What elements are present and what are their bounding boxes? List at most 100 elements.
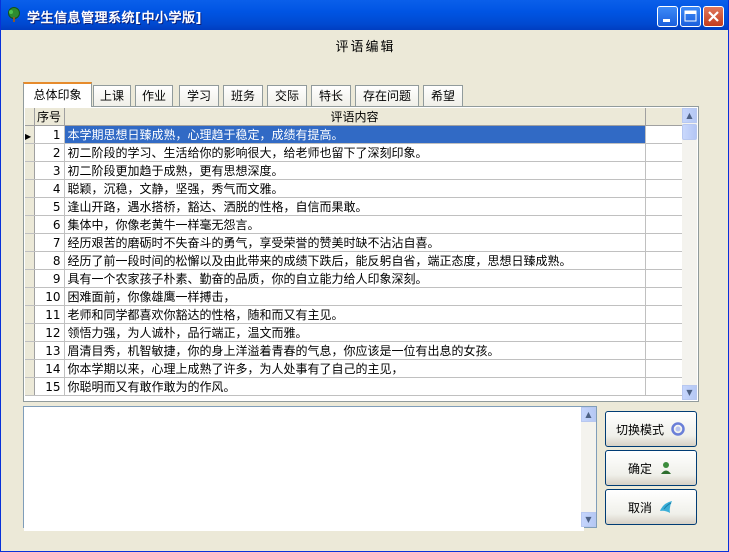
column-header-content[interactable]: 评语内容 <box>64 108 646 126</box>
tab-hopes[interactable]: 希望 <box>423 85 463 106</box>
blank-cell <box>645 341 683 360</box>
row-number-cell[interactable]: 8 <box>34 251 65 270</box>
table-row[interactable]: 9 具有一个农家孩子朴素、勤奋的品质，你的自立能力给人印象深刻。 <box>25 269 683 288</box>
row-number-cell[interactable]: 4 <box>34 179 65 198</box>
comment-cell[interactable]: 老师和同学都喜欢你豁达的性格，随和而又有主见。 <box>64 305 646 324</box>
tab-panel: 序号 评语内容 ▶ 1 本学期思想日臻成熟，心理趋于稳定，成绩有提高。 2 初二阶段的学… <box>23 106 699 402</box>
tab-problems[interactable]: 存在问题 <box>355 85 419 106</box>
row-number-cell[interactable]: 13 <box>34 341 65 360</box>
table-row[interactable]: 11 老师和同学都喜欢你豁达的性格，随和而又有主见。 <box>25 305 683 324</box>
table-row[interactable]: 4 聪颖，沉稳，文静，坚强，秀气而文雅。 <box>25 179 683 198</box>
grid-corner <box>25 108 35 126</box>
row-number-cell[interactable]: 15 <box>34 377 65 396</box>
comment-cell[interactable]: 你聪明而又有敢作敢为的作风。 <box>64 377 646 396</box>
table-row[interactable]: 10 困难面前，你像雄鹰一样搏击， <box>25 287 683 306</box>
comment-cell[interactable]: 你本学期以来，心理上成熟了许多，为人处事有了自己的主见， <box>64 359 646 378</box>
table-row[interactable]: 15 你聪明而又有敢作敢为的作风。 <box>25 377 683 396</box>
row-number-cell[interactable]: 12 <box>34 323 65 342</box>
chevron-up-icon: ▲ <box>686 111 693 120</box>
scroll-down-button[interactable]: ▼ <box>682 385 697 400</box>
row-indicator[interactable] <box>25 197 35 216</box>
tab-social[interactable]: 交际 <box>267 85 307 106</box>
row-indicator[interactable] <box>25 305 35 324</box>
grid-scrollbar[interactable]: ▲ ▼ <box>682 108 697 400</box>
comment-cell[interactable]: 领悟力强，为人诚朴，品行端正，温文而雅。 <box>64 323 646 342</box>
row-number-cell[interactable]: 1 <box>34 125 65 144</box>
blank-cell <box>645 287 683 306</box>
tree-icon <box>8 7 20 22</box>
comment-cell[interactable]: 本学期思想日臻成熟，心理趋于稳定，成绩有提高。 <box>64 125 646 144</box>
tab-homework[interactable]: 作业 <box>135 85 173 106</box>
comment-cell[interactable]: 眉清目秀，机智敏捷，你的身上洋溢着青春的气息，你应该是一位有出息的女孩。 <box>64 341 646 360</box>
row-number-cell[interactable]: 7 <box>34 233 65 252</box>
maximize-button[interactable] <box>680 6 701 27</box>
row-indicator[interactable] <box>25 287 35 306</box>
comments-grid[interactable]: 序号 评语内容 ▶ 1 本学期思想日臻成熟，心理趋于稳定，成绩有提高。 2 初二阶段的学… <box>25 108 683 400</box>
row-indicator[interactable] <box>25 377 35 396</box>
row-indicator[interactable] <box>25 179 35 198</box>
comment-cell[interactable]: 具有一个农家孩子朴素、勤奋的品质，你的自立能力给人印象深刻。 <box>64 269 646 288</box>
row-indicator[interactable] <box>25 251 35 270</box>
row-number-cell[interactable]: 14 <box>34 359 65 378</box>
comment-cell[interactable]: 经历了前一段时间的松懈以及由此带来的成绩下跌后，能反躬自省，端正态度，思想日臻成… <box>64 251 646 270</box>
close-button[interactable] <box>703 6 724 27</box>
row-indicator[interactable]: ▶ <box>25 125 35 144</box>
row-indicator[interactable] <box>25 359 35 378</box>
blank-cell <box>645 197 683 216</box>
table-row[interactable]: ▶ 1 本学期思想日臻成熟，心理趋于稳定，成绩有提高。 <box>25 125 683 144</box>
table-row[interactable]: 12 领悟力强，为人诚朴，品行端正，温文而雅。 <box>25 323 683 342</box>
row-number-cell[interactable]: 11 <box>34 305 65 324</box>
cancel-button[interactable]: 取消 <box>605 489 697 525</box>
cancel-label: 取消 <box>627 500 652 515</box>
table-row[interactable]: 7 经历艰苦的磨砺时不失奋斗的勇气，享受荣誉的赞美时缺不沾沾自喜。 <box>25 233 683 252</box>
row-number-cell[interactable]: 5 <box>34 197 65 216</box>
tab-study[interactable]: 学习 <box>179 85 219 106</box>
minimize-button[interactable] <box>657 6 678 27</box>
comment-memo: ▲ ▼ <box>23 406 597 531</box>
row-indicator[interactable] <box>25 215 35 234</box>
row-number-cell[interactable]: 6 <box>34 215 65 234</box>
table-row[interactable]: 3 初二阶段更加趋于成熟，更有思想深度。 <box>25 161 683 180</box>
comment-cell[interactable]: 集体中，你像老黄牛一样毫无怨言。 <box>64 215 646 234</box>
row-indicator[interactable] <box>25 233 35 252</box>
memo-scroll-up-button[interactable]: ▲ <box>581 407 596 422</box>
table-row[interactable]: 6 集体中，你像老黄牛一样毫无怨言。 <box>25 215 683 234</box>
row-number-cell[interactable]: 2 <box>34 143 65 162</box>
table-row[interactable]: 13 眉清目秀，机智敏捷，你的身上洋溢着青春的气息，你应该是一位有出息的女孩。 <box>25 341 683 360</box>
comment-cell[interactable]: 逢山开路，遇水搭桥，豁达、洒脱的性格，自信而果敢。 <box>64 197 646 216</box>
row-number-cell[interactable]: 3 <box>34 161 65 180</box>
tab-overall-impression[interactable]: 总体印象 <box>23 82 92 107</box>
table-row[interactable]: 2 初二阶段的学习、生活给你的影响很大，给老师也留下了深刻印象。 <box>25 143 683 162</box>
comment-edit-field[interactable] <box>24 407 584 531</box>
blank-cell <box>645 269 683 288</box>
switch-mode-button[interactable]: 切换模式 <box>605 411 697 447</box>
table-row[interactable]: 14 你本学期以来，心理上成熟了许多，为人处事有了自己的主见， <box>25 359 683 378</box>
table-row[interactable]: 8 经历了前一段时间的松懈以及由此带来的成绩下跌后，能反躬自省，端正态度，思想日臻… <box>25 251 683 270</box>
scroll-up-button[interactable]: ▲ <box>682 108 697 123</box>
comment-cell[interactable]: 经历艰苦的磨砺时不失奋斗的勇气，享受荣誉的赞美时缺不沾沾自喜。 <box>64 233 646 252</box>
row-indicator[interactable] <box>25 341 35 360</box>
comment-cell[interactable]: 聪颖，沉稳，文静，坚强，秀气而文雅。 <box>64 179 646 198</box>
row-number-cell[interactable]: 10 <box>34 287 65 306</box>
title-bar[interactable]: 学生信息管理系统[中小学版] <box>1 0 728 30</box>
chevron-down-icon: ▼ <box>686 388 693 397</box>
row-indicator[interactable] <box>25 269 35 288</box>
table-row[interactable]: 5 逢山开路，遇水搭桥，豁达、洒脱的性格，自信而果敢。 <box>25 197 683 216</box>
row-indicator[interactable] <box>25 161 35 180</box>
current-row-arrow-icon: ▶ <box>25 131 32 141</box>
ok-button[interactable]: 确定 <box>605 450 697 486</box>
memo-scroll-down-button[interactable]: ▼ <box>581 512 596 527</box>
row-indicator[interactable] <box>25 323 35 342</box>
scroll-thumb[interactable] <box>682 124 697 140</box>
column-header-no[interactable]: 序号 <box>34 108 65 126</box>
row-indicator[interactable] <box>25 143 35 162</box>
memo-scrollbar[interactable]: ▲ ▼ <box>581 407 596 527</box>
tab-class[interactable]: 上课 <box>93 85 131 106</box>
blank-cell <box>645 377 683 396</box>
tab-class-affairs[interactable]: 班务 <box>223 85 263 106</box>
tab-talents[interactable]: 特长 <box>311 85 351 106</box>
comment-cell[interactable]: 困难面前，你像雄鹰一样搏击， <box>64 287 646 306</box>
comment-cell[interactable]: 初二阶段的学习、生活给你的影响很大，给老师也留下了深刻印象。 <box>64 143 646 162</box>
row-number-cell[interactable]: 9 <box>34 269 65 288</box>
comment-cell[interactable]: 初二阶段更加趋于成熟，更有思想深度。 <box>64 161 646 180</box>
